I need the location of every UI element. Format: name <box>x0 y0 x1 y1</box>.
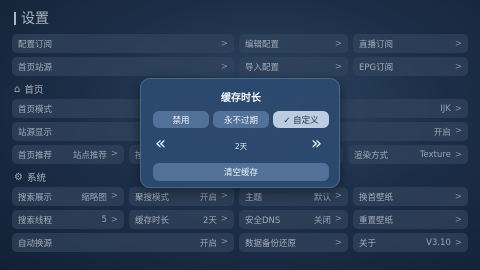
increase-chevron-icon[interactable]: » <box>311 135 322 153</box>
clear-cache-button[interactable]: 清空缓存 <box>153 163 329 181</box>
option-custom-button[interactable]: ✓ 自定义 <box>273 111 329 128</box>
cache-duration-dialog: 缓存时长 禁用 永不过期 ✓ 自定义 « 2天 » 清空缓存 <box>140 78 340 188</box>
option-disable-button[interactable]: 禁用 <box>153 111 209 128</box>
dialog-title: 缓存时长 <box>221 93 261 104</box>
option-never-expire-button[interactable]: 永不过期 <box>213 111 269 128</box>
